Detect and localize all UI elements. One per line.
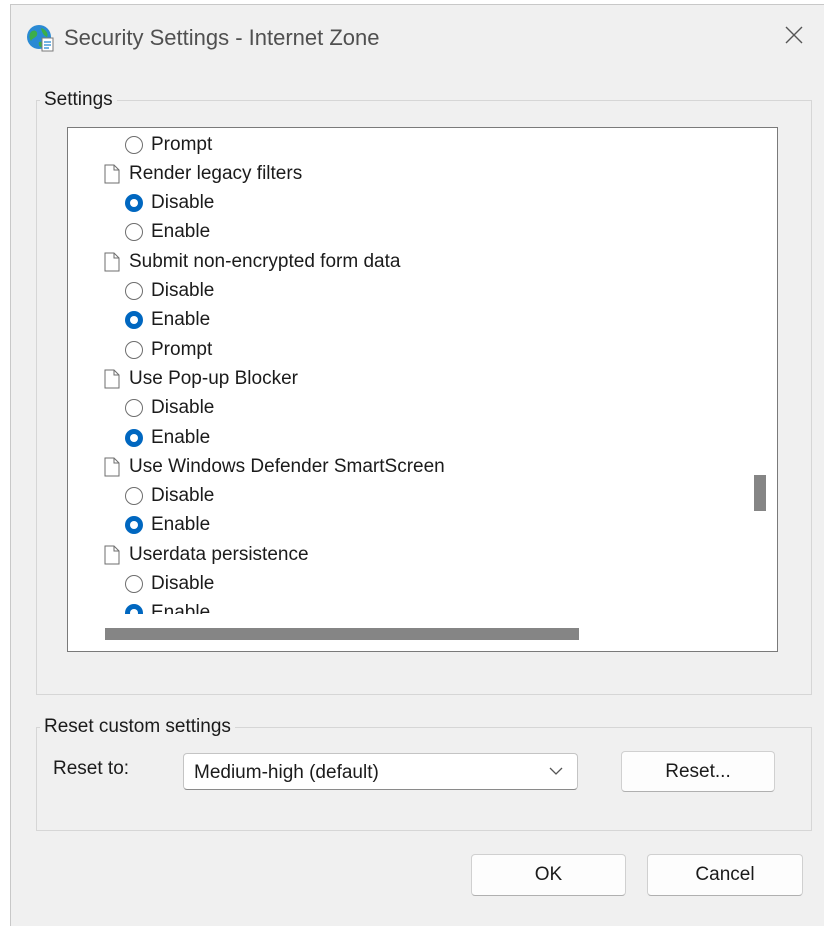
document-icon (101, 163, 123, 185)
setting-option-radio[interactable]: Enable (123, 218, 210, 247)
security-settings-dialog: Security Settings - Internet Zone Settin… (10, 4, 824, 926)
setting-label: Render legacy filters (129, 162, 303, 184)
setting-label: Disable (151, 573, 215, 594)
setting-heading[interactable]: Render legacy filters (101, 159, 302, 188)
setting-option-radio[interactable]: Disable (123, 394, 214, 423)
setting-option-radio[interactable]: Disable (123, 570, 214, 599)
reset-level-value: Medium-high (default) (194, 762, 379, 783)
radio-unchecked-icon (123, 134, 145, 156)
setting-option-radio[interactable]: Enable (123, 599, 210, 614)
radio-checked-icon (123, 514, 145, 536)
radio-unchecked-icon (123, 221, 145, 243)
chevron-down-icon (549, 767, 563, 775)
setting-label: Disable (151, 485, 215, 507)
setting-option-radio[interactable]: Disable (123, 189, 214, 218)
reset-group-legend: Reset custom settings (40, 716, 235, 738)
setting-option-radio[interactable]: Enable (123, 306, 210, 335)
reset-level-select[interactable]: Medium-high (default) (183, 753, 578, 790)
setting-heading[interactable]: Use Windows Defender SmartScreen (101, 452, 445, 481)
radio-checked-icon (123, 427, 145, 449)
setting-option-radio[interactable]: Enable (123, 511, 210, 540)
setting-label: Disable (151, 280, 215, 301)
radio-checked-icon (123, 602, 145, 614)
setting-option-radio[interactable]: Prompt (123, 335, 212, 364)
scrollbar-corner (742, 616, 776, 650)
settings-listbox[interactable]: Prompt Render legacy filters Disable Enable… (67, 127, 778, 652)
horizontal-scrollbar-thumb[interactable] (105, 628, 579, 640)
setting-label: Disable (151, 192, 215, 214)
setting-heading[interactable]: Userdata persistence (101, 540, 309, 569)
setting-option-radio[interactable]: Enable (123, 423, 210, 452)
settings-group-legend: Settings (40, 89, 117, 111)
close-button[interactable] (764, 5, 824, 65)
setting-label: Userdata persistence (129, 543, 309, 565)
reset-to-label: Reset to: (53, 758, 130, 779)
radio-unchecked-icon (123, 397, 145, 419)
close-icon (785, 26, 803, 44)
ok-button[interactable]: OK (471, 854, 626, 896)
setting-label: Disable (151, 397, 215, 419)
setting-label: Use Windows Defender SmartScreen (129, 455, 445, 477)
setting-label: Submit non-encrypted form data (129, 250, 401, 272)
radio-unchecked-icon (123, 573, 145, 595)
setting-label: Prompt (151, 133, 213, 155)
title-bar: Security Settings - Internet Zone (11, 5, 824, 71)
document-icon (101, 456, 123, 478)
document-icon (101, 544, 123, 566)
vertical-scrollbar[interactable] (742, 129, 776, 614)
setting-label: Enable (151, 426, 211, 448)
document-icon (101, 368, 123, 390)
settings-list: Prompt Render legacy filters Disable Enable… (68, 128, 739, 614)
radio-unchecked-icon (123, 485, 145, 507)
document-icon (101, 251, 123, 273)
setting-label: Enable (151, 309, 211, 331)
setting-label: Enable (151, 221, 211, 243)
globe-icon (27, 25, 54, 52)
radio-unchecked-icon (123, 339, 145, 361)
setting-option-radio[interactable]: Disable (123, 482, 214, 511)
reset-button[interactable]: Reset... (621, 751, 775, 792)
radio-checked-icon (123, 309, 145, 331)
cancel-button[interactable]: Cancel (647, 854, 803, 896)
vertical-scrollbar-thumb[interactable] (754, 475, 766, 511)
setting-label: Use Pop-up Blocker (129, 367, 298, 389)
setting-label: Enable (151, 514, 211, 536)
horizontal-scrollbar[interactable] (69, 616, 740, 650)
radio-checked-icon (123, 192, 145, 214)
setting-label: Enable (151, 602, 211, 614)
setting-option-radio[interactable]: Disable (123, 277, 214, 306)
setting-label: Prompt (151, 338, 213, 360)
setting-heading[interactable]: Use Pop-up Blocker (101, 364, 298, 393)
setting-heading[interactable]: Submit non-encrypted form data (101, 247, 400, 276)
window-title: Security Settings - Internet Zone (64, 25, 380, 50)
setting-option-radio[interactable]: Prompt (123, 130, 212, 159)
radio-unchecked-icon (123, 280, 145, 302)
